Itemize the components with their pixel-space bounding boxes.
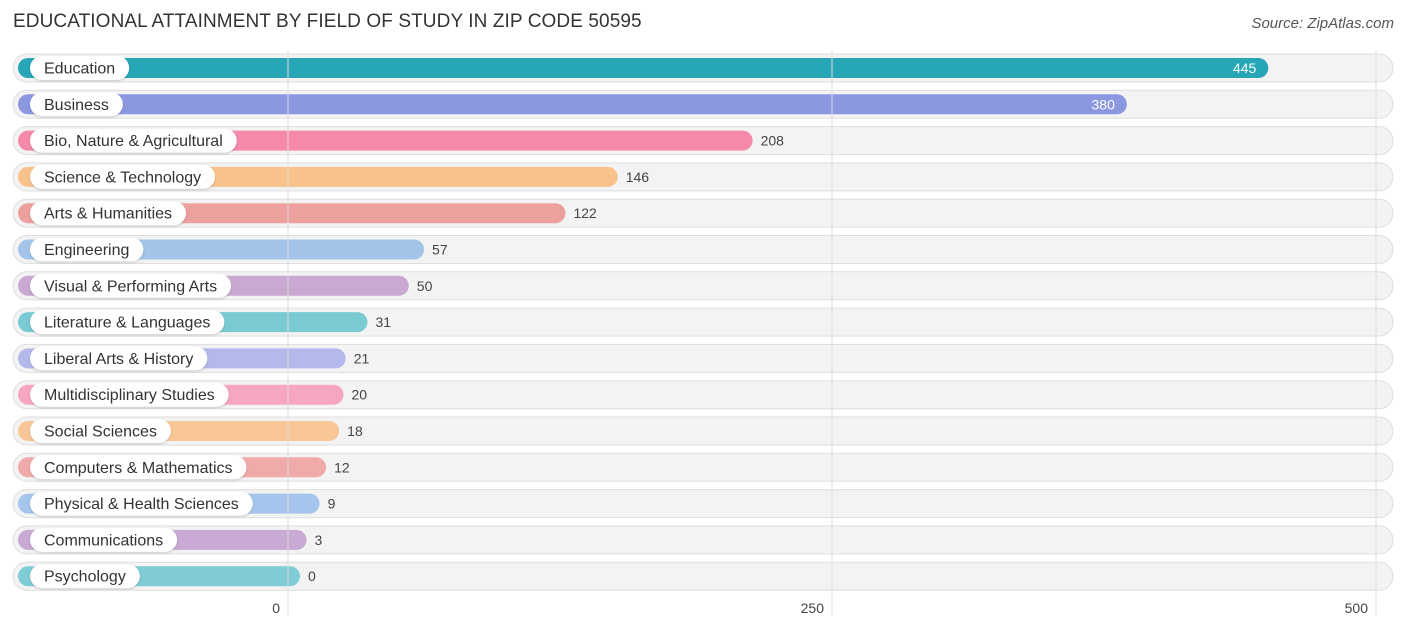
value-label: 9	[328, 496, 336, 512]
value-label: 380	[1092, 96, 1116, 112]
bar-row: Communications 3	[18, 527, 323, 552]
value-label: 20	[352, 387, 368, 403]
value-label: 31	[375, 314, 391, 330]
bar-row: Social Sciences 18	[18, 419, 363, 443]
value-label: 21	[354, 350, 370, 366]
category-label: Social Sciences	[44, 424, 157, 441]
category-label: Business	[44, 97, 109, 114]
bar-row: Literature & Languages 31	[18, 310, 391, 335]
bar-row: Liberal Arts & History 21	[18, 346, 370, 371]
bar-row: Arts & Humanities 122	[18, 201, 597, 226]
x-tick-label: 0	[272, 600, 280, 616]
x-tick-label: 500	[1345, 600, 1369, 616]
bar-chart: Education 445 Business 380 Bio, Nature & Agr…	[12, 50, 1394, 616]
value-label: 0	[308, 568, 316, 584]
category-label: Computers & Mathematics	[44, 460, 233, 477]
bar-row: Bio, Nature & Agricultural 208	[18, 128, 785, 153]
value-label: 146	[626, 169, 650, 185]
category-label: Physical & Health Sciences	[44, 496, 239, 513]
bar-row: Science & Technology 146	[18, 164, 650, 189]
bar-row: Computers & Mathematics 12	[18, 455, 350, 480]
x-axis: 0 250 500	[272, 600, 1368, 616]
category-label: Education	[44, 61, 115, 78]
value-label: 18	[347, 423, 363, 439]
category-label: Science & Technology	[44, 169, 201, 186]
category-label: Bio, Nature & Agricultural	[44, 133, 223, 150]
value-label: 208	[761, 133, 785, 149]
value-label: 12	[334, 459, 350, 475]
bar	[18, 58, 1269, 78]
bar	[18, 94, 1127, 115]
bar-row: Business 380	[18, 92, 1127, 117]
value-label: 3	[315, 532, 323, 548]
category-label: Engineering	[44, 242, 129, 259]
bar-row: Engineering 57	[18, 237, 448, 262]
category-label: Psychology	[44, 569, 126, 586]
x-tick-label: 250	[801, 600, 825, 616]
bar-row: Multidisciplinary Studies 20	[18, 382, 368, 407]
value-label: 57	[432, 242, 448, 258]
category-label: Liberal Arts & History	[44, 351, 193, 368]
value-label: 50	[417, 278, 433, 294]
bar-row: Psychology 0	[18, 564, 316, 589]
category-label: Visual & Performing Arts	[44, 278, 217, 295]
category-label: Communications	[44, 532, 163, 549]
category-label: Multidisciplinary Studies	[44, 387, 215, 404]
bar-row: Education 445	[18, 56, 1269, 80]
category-label: Literature & Languages	[44, 315, 210, 332]
bar-row: Visual & Performing Arts 50	[18, 273, 433, 298]
value-label: 122	[573, 205, 597, 221]
category-label: Arts & Humanities	[44, 206, 172, 223]
value-label: 445	[1233, 60, 1257, 76]
